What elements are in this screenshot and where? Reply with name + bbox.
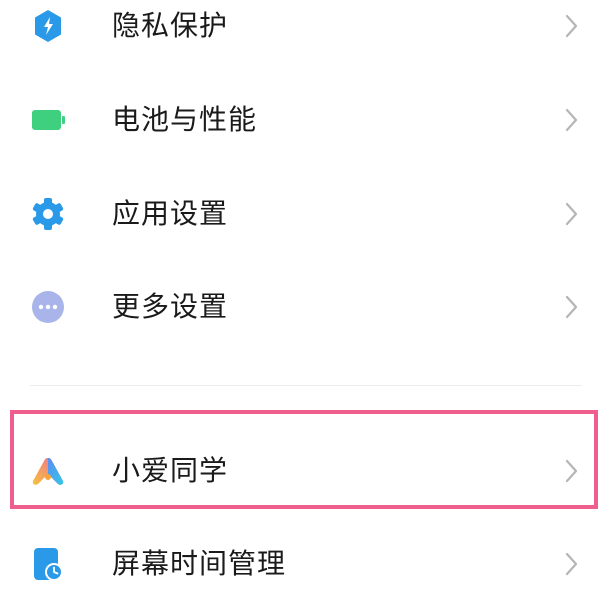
chevron-right-icon [560,104,582,136]
settings-item-label: 应用设置 [112,197,229,230]
settings-item-app-settings[interactable]: 应用设置 [0,172,614,252]
settings-item-privacy[interactable]: 隐私保护 [0,0,614,64]
settings-item-screen-time[interactable]: 屏幕时间管理 [0,522,614,602]
settings-item-more-settings[interactable]: 更多设置 [0,265,614,345]
settings-item-label: 隐私保护 [112,9,229,42]
settings-item-label: 电池与性能 [112,103,258,136]
chevron-right-icon [560,548,582,580]
chevron-right-icon [560,198,582,230]
settings-item-label: 屏幕时间管理 [112,547,287,580]
settings-list: 隐私保护 电池与性能 应用设置 更多设置 小爱同学 屏幕时间管理 [0,0,614,605]
section-divider [30,385,582,386]
settings-item-label: 小爱同学 [112,454,229,487]
app-gear-icon [30,196,66,232]
battery-icon [30,102,66,138]
privacy-shield-icon [30,8,66,44]
xiaoai-logo-icon [30,453,66,489]
settings-item-xiaoai[interactable]: 小爱同学 [0,429,614,509]
settings-item-label: 更多设置 [112,290,229,323]
chevron-right-icon [560,10,582,42]
chevron-right-icon [560,291,582,323]
settings-item-battery[interactable]: 电池与性能 [0,78,614,158]
chevron-right-icon [560,455,582,487]
more-dots-icon [30,289,66,325]
screen-time-clock-icon [30,546,66,582]
